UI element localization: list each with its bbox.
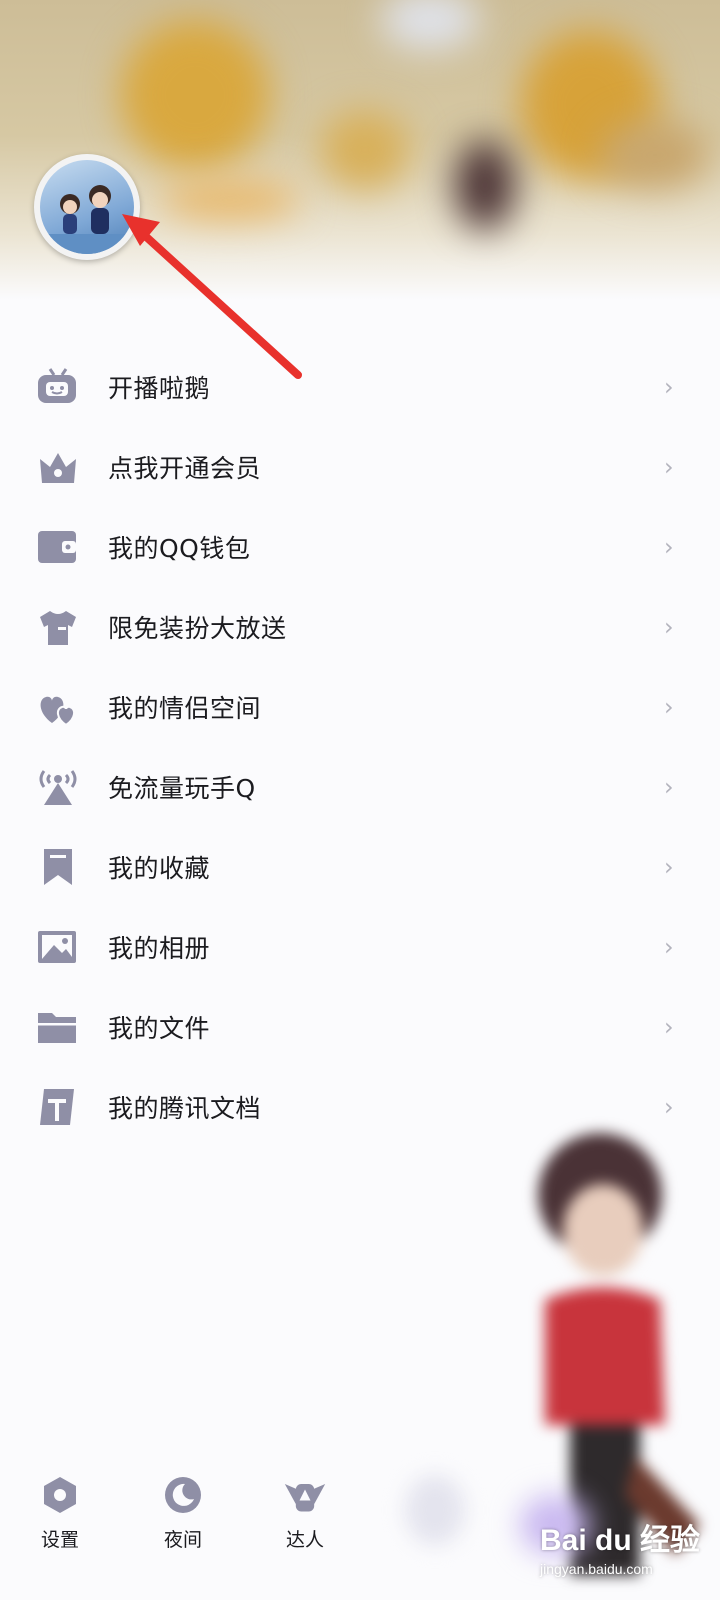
menu-item-live-stream[interactable]: 开播啦鹅 › xyxy=(0,347,720,427)
talent-label: 达人 xyxy=(285,1529,324,1551)
winged-badge-icon xyxy=(283,1473,327,1517)
side-menu-list: 开播啦鹅 › 点我开通会员 › 我的QQ钱包 › 限免装扮大放送 › 我的情侣空… xyxy=(0,347,720,1147)
crown-bag-icon xyxy=(36,447,80,487)
menu-item-label: 我的腾讯文档 xyxy=(108,1094,262,1123)
menu-item-wallet[interactable]: 我的QQ钱包 › xyxy=(0,507,720,587)
watermark-url: jingyan.baidu.com xyxy=(540,1561,653,1577)
menu-item-label: 开播啦鹅 xyxy=(108,374,211,403)
menu-item-files[interactable]: 我的文件 › xyxy=(0,987,720,1067)
menu-item-vip[interactable]: 点我开通会员 › xyxy=(0,427,720,507)
menu-item-outfits[interactable]: 限免装扮大放送 › xyxy=(0,587,720,667)
document-icon xyxy=(36,1087,80,1127)
watermark-title: Bai du 经验 xyxy=(540,1524,701,1557)
blurred-toolbar-item xyxy=(405,1475,465,1545)
menu-item-label: 免流量玩手Q xyxy=(108,774,256,803)
menu-item-album[interactable]: 我的相册 › xyxy=(0,907,720,987)
night-mode-label: 夜间 xyxy=(163,1529,202,1551)
menu-item-label: 限免装扮大放送 xyxy=(108,614,287,643)
picture-icon xyxy=(36,927,80,967)
chevron-right-icon: › xyxy=(664,373,674,401)
menu-item-couple-space[interactable]: 我的情侣空间 › xyxy=(0,667,720,747)
chevron-right-icon: › xyxy=(664,773,674,801)
baidu-jingyan-watermark: Bai du 经验 jingyan.baidu.com xyxy=(540,1515,720,1595)
menu-item-label: 我的收藏 xyxy=(108,854,211,883)
menu-item-label: 我的情侣空间 xyxy=(108,694,262,723)
settings-label: 设置 xyxy=(40,1529,79,1551)
gear-icon xyxy=(38,1473,82,1517)
chevron-right-icon: › xyxy=(664,453,674,481)
menu-item-label: 我的QQ钱包 xyxy=(108,534,251,563)
chevron-right-icon: › xyxy=(664,1013,674,1041)
chevron-right-icon: › xyxy=(664,693,674,721)
chevron-right-icon: › xyxy=(664,933,674,961)
moon-icon xyxy=(161,1473,205,1517)
settings-button[interactable]: 设置 xyxy=(20,1473,100,1552)
menu-item-label: 我的相册 xyxy=(108,934,211,963)
folder-icon xyxy=(36,1007,80,1047)
night-mode-button[interactable]: 夜间 xyxy=(143,1473,223,1552)
bookmark-icon xyxy=(36,847,80,887)
menu-item-label: 点我开通会员 xyxy=(108,454,262,483)
hearts-icon xyxy=(36,687,80,727)
red-arrow-annotation xyxy=(122,214,302,379)
chevron-right-icon: › xyxy=(664,853,674,881)
menu-item-label: 我的文件 xyxy=(108,1014,211,1043)
chevron-right-icon: › xyxy=(664,533,674,561)
wallet-icon xyxy=(36,527,80,567)
chevron-right-icon: › xyxy=(664,613,674,641)
tv-icon xyxy=(36,367,80,407)
menu-item-free-data[interactable]: 免流量玩手Q › xyxy=(0,747,720,827)
menu-item-favorites[interactable]: 我的收藏 › xyxy=(0,827,720,907)
tshirt-icon xyxy=(36,607,80,647)
signal-tower-icon xyxy=(36,767,80,807)
chevron-right-icon: › xyxy=(664,1093,674,1121)
talent-button[interactable]: 达人 xyxy=(265,1473,345,1552)
